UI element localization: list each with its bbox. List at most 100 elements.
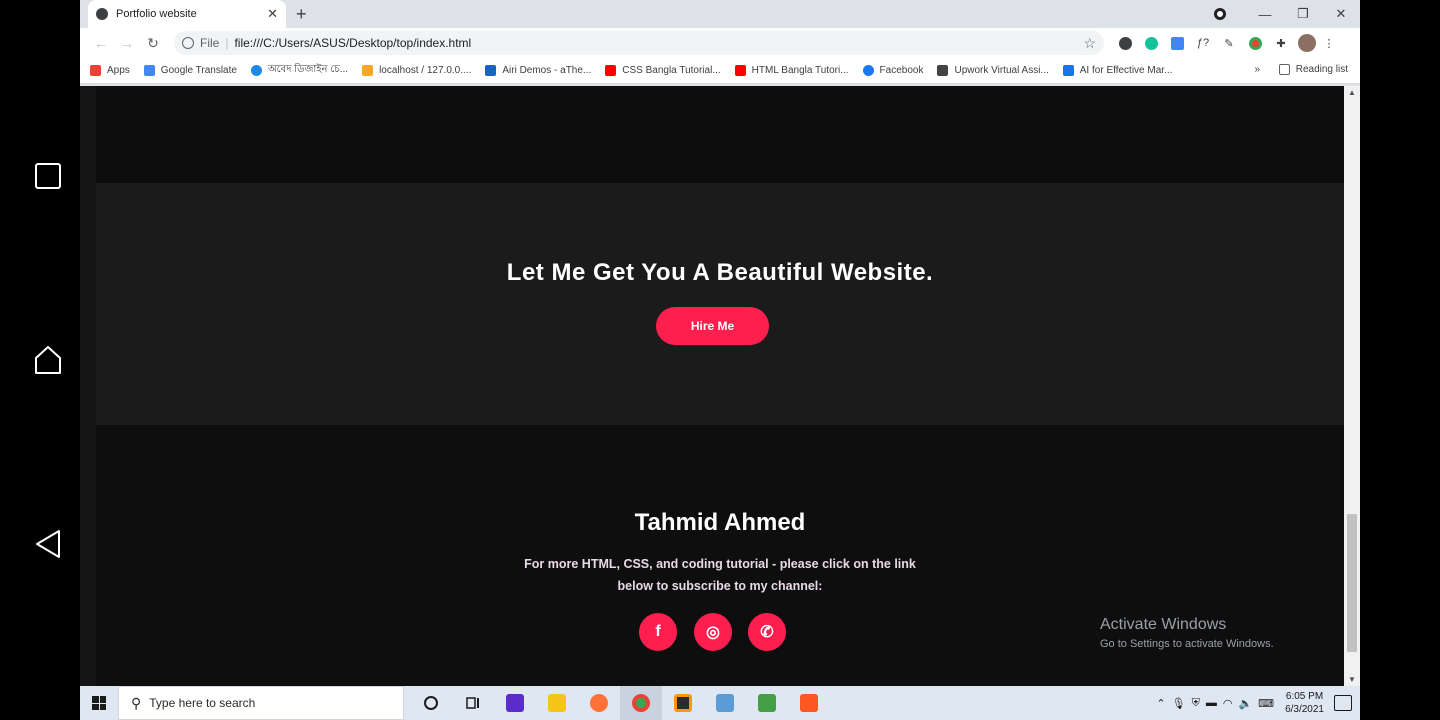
presenter-icon (800, 694, 818, 712)
task-view-button[interactable] (452, 686, 494, 720)
facebook-link[interactable]: f (639, 613, 677, 651)
reading-list-button[interactable]: Reading list (1278, 64, 1348, 75)
new-tab-button[interactable]: + (296, 4, 307, 25)
puzzle-icon[interactable]: ✚ (1269, 35, 1293, 51)
microphone-icon[interactable]: 🎙 (1172, 697, 1186, 710)
browser-tab[interactable]: Portfolio website ✕ (88, 0, 286, 28)
recents-button[interactable] (30, 158, 66, 194)
back-button[interactable] (30, 526, 66, 562)
taskbar-search-box[interactable]: ⚲ Type here to search (118, 686, 404, 720)
pen-icon[interactable]: ✎ (1217, 35, 1241, 51)
bookmark-star-icon[interactable]: ☆ (1083, 35, 1096, 52)
taskbar-app-vpn[interactable] (704, 686, 746, 720)
battery-icon[interactable]: ▬ (1206, 697, 1217, 709)
url-text[interactable]: file:///C:/Users/ASUS/Desktop/top/index.… (234, 36, 1083, 50)
grammarly-icon[interactable] (1139, 35, 1163, 51)
tab-title: Portfolio website (116, 8, 197, 20)
clock-date: 6/3/2021 (1285, 704, 1324, 715)
page-viewport: Let Me Get You A Beautiful Website. Hire… (80, 86, 1360, 686)
taskbar-app-file-explorer[interactable] (536, 686, 578, 720)
chevron-up-icon[interactable]: ⌃ (1156, 697, 1165, 710)
bookmark-upwork[interactable]: Upwork Virtual Assi... (937, 65, 1049, 76)
whatsapp-link[interactable]: ✆ (748, 613, 786, 651)
record-icon[interactable] (1214, 8, 1226, 20)
close-tab-icon[interactable]: ✕ (267, 6, 278, 22)
formula-icon[interactable]: ƒ? (1191, 35, 1215, 51)
bookmark-bangla[interactable]: অবেদ ডিজাইন চে... (250, 62, 348, 79)
taskbar-clock[interactable]: 6:05 PM 6/3/2021 (1285, 690, 1324, 716)
title-bar: Portfolio website ✕ + — ❐ ✕ (80, 0, 1360, 28)
windows-logo-icon (92, 696, 106, 710)
bookmark-css-tutorial[interactable]: CSS Bangla Tutorial... (605, 65, 721, 76)
youtube-icon (734, 65, 746, 76)
bookmark-apps[interactable]: Apps (90, 65, 130, 76)
dribbble-icon: ◎ (706, 624, 720, 641)
scroll-down-arrow-icon[interactable]: ▼ (1348, 675, 1356, 684)
footer-description: For more HTML, CSS, and coding tutorial … (524, 557, 916, 593)
volume-icon[interactable]: 🔈 (1238, 697, 1252, 710)
back-arrow-icon[interactable]: ← (88, 35, 114, 51)
upwork-icon (937, 65, 949, 76)
scheme-label: File (200, 36, 220, 50)
phpmyadmin-icon (362, 65, 374, 76)
task-view-icon (466, 697, 479, 709)
dribbble-link[interactable]: ◎ (694, 613, 732, 651)
taskbar-app-sublime[interactable] (662, 686, 704, 720)
minimize-button[interactable]: — (1246, 7, 1284, 22)
separator: | (225, 36, 229, 50)
bookmark-label: Google Translate (160, 65, 237, 76)
scroll-up-arrow-icon[interactable]: ▲ (1348, 88, 1356, 97)
taskbar-app-video-editor[interactable] (494, 686, 536, 720)
bookmark-ai-marketing[interactable]: AI for Effective Mar... (1062, 65, 1172, 76)
camtasia-icon (758, 694, 776, 712)
taskbar-app-presenter[interactable] (788, 686, 830, 720)
color-ring-icon[interactable] (1243, 35, 1267, 51)
taskbar-app-chrome[interactable] (620, 686, 662, 720)
security-shield-icon[interactable]: ⛨ (1192, 697, 1200, 710)
clock-time: 6:05 PM (1285, 691, 1324, 702)
address-bar[interactable]: File | file:///C:/Users/ASUS/Desktop/top… (174, 31, 1104, 55)
extension-icon[interactable] (1113, 35, 1137, 51)
watermark-subtitle: Go to Settings to activate Windows. (1100, 638, 1274, 650)
footer-name: Tahmid Ahmed (634, 509, 806, 536)
scrollbar-thumb[interactable] (1347, 514, 1357, 652)
bookmarks-overflow-button[interactable]: » (1254, 64, 1260, 75)
home-button[interactable] (30, 342, 66, 378)
menu-dots-icon[interactable]: ⋮ (1317, 35, 1341, 51)
bookmark-label: CSS Bangla Tutorial... (622, 65, 721, 76)
reload-icon[interactable]: ↻ (140, 35, 166, 52)
whatsapp-icon: ✆ (760, 624, 774, 641)
profile-avatar[interactable] (1298, 34, 1316, 52)
notification-icon[interactable] (1334, 695, 1352, 711)
close-window-button[interactable]: ✕ (1322, 6, 1360, 22)
translate-icon[interactable] (1165, 35, 1189, 51)
video-editor-icon (506, 694, 524, 712)
vertical-scrollbar[interactable]: ▲ ▼ (1344, 86, 1360, 686)
left-gutter (80, 86, 96, 686)
wifi-icon[interactable]: ◠ (1223, 697, 1233, 710)
start-button[interactable] (80, 696, 118, 710)
bookmark-google-translate[interactable]: Google Translate (143, 65, 237, 76)
info-icon[interactable] (182, 37, 194, 49)
maximize-button[interactable]: ❐ (1284, 6, 1322, 22)
cortana-button[interactable] (410, 686, 452, 720)
globe-bookmark-icon (250, 65, 262, 76)
search-icon: ⚲ (131, 694, 142, 711)
bookmark-label: localhost / 127.0.0.... (379, 65, 472, 76)
bookmark-facebook[interactable]: Facebook (862, 65, 923, 76)
bookmark-html-tutorial[interactable]: HTML Bangla Tutori... (734, 65, 849, 76)
taskbar-app-firefox[interactable] (578, 686, 620, 720)
android-nav-bar (0, 0, 80, 720)
forward-arrow-icon[interactable]: → (114, 35, 140, 51)
hire-me-button[interactable]: Hire Me (656, 307, 769, 345)
window-controls: — ❐ ✕ (1214, 0, 1360, 28)
facebook-bookmark-icon (862, 65, 874, 76)
bookmark-localhost[interactable]: localhost / 127.0.0.... (362, 65, 471, 76)
recents-icon (35, 163, 61, 189)
home-icon (35, 346, 61, 374)
back-icon (36, 530, 60, 558)
keyboard-icon[interactable]: ⌨ (1258, 697, 1274, 710)
taskbar-app-camtasia[interactable] (746, 686, 788, 720)
bookmark-label: Apps (107, 65, 130, 76)
bookmark-airi[interactable]: Airi Demos - aThe... (485, 65, 591, 76)
